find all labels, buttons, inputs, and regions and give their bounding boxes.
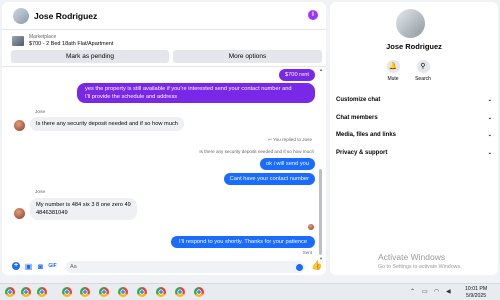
gif-icon[interactable]: GIF bbox=[48, 262, 57, 271]
search-icon[interactable]: ⚲ bbox=[416, 60, 430, 73]
scroll-up-arrow[interactable]: ▲ bbox=[319, 67, 323, 72]
message-list: $700 rent yes the property is still avai… bbox=[2, 66, 326, 258]
chrome-icon[interactable] bbox=[137, 287, 147, 297]
more-options-button[interactable]: More options bbox=[173, 50, 322, 63]
chevron-up-icon[interactable]: ⌃ bbox=[410, 288, 415, 295]
sent-status: Sent bbox=[302, 250, 312, 255]
listing-actions: Mark as pending More options bbox=[2, 50, 326, 65]
menu-label: Customize chat bbox=[336, 97, 381, 103]
chrome-icon[interactable] bbox=[62, 287, 72, 297]
plus-icon[interactable]: + bbox=[12, 262, 20, 270]
message-line: 4846381049 bbox=[36, 210, 68, 216]
chat-panel: Jose Rodriguez i Marketplace $700 - 2 Be… bbox=[2, 2, 326, 275]
composer: + ▣ ◙ GIF Aa 👍 bbox=[2, 259, 326, 275]
seen-avatar bbox=[308, 224, 314, 230]
listing-banner[interactable]: Marketplace $700 - 2 Bed 18ath Flat/Apar… bbox=[2, 31, 326, 49]
profile-name[interactable]: Jose Rodriguez bbox=[330, 42, 498, 51]
chrome-icon[interactable] bbox=[5, 287, 15, 297]
contact-message-avatar bbox=[14, 208, 25, 219]
info-icon[interactable]: i bbox=[308, 10, 318, 20]
mute-action[interactable]: 🔔 Mute bbox=[378, 60, 408, 82]
listing-source: Marketplace bbox=[29, 34, 57, 40]
clock-time: 10:01 PM bbox=[465, 286, 488, 292]
listing-thumbnail bbox=[12, 36, 24, 46]
listing-title: $700 - 2 Bed 18ath Flat/Apartment bbox=[29, 41, 114, 47]
thumbs-up-icon[interactable]: 👍 bbox=[311, 261, 322, 270]
search-label: Search bbox=[415, 76, 431, 82]
chrome-icon[interactable] bbox=[194, 287, 204, 297]
chrome-icon[interactable] bbox=[37, 287, 47, 297]
bell-icon[interactable]: 🔔 bbox=[386, 60, 400, 73]
sender-name: Jose bbox=[35, 110, 46, 115]
incoming-message: My number is 484 six 3 8 one zero 49 484… bbox=[30, 198, 137, 220]
contact-name[interactable]: Jose Rodriguez bbox=[34, 11, 97, 21]
search-action[interactable]: ⚲ Search bbox=[408, 60, 438, 82]
outgoing-message: Cant have your contact number bbox=[223, 173, 315, 185]
chrome-icon[interactable] bbox=[99, 287, 109, 297]
message-line: yes the property is still available if y… bbox=[85, 86, 292, 92]
menu-label: Chat members bbox=[336, 115, 378, 121]
message-line: My number is 484 six 3 8 one zero 49 bbox=[36, 202, 131, 208]
chrome-icon[interactable] bbox=[80, 287, 90, 297]
volume-icon[interactable]: ◀ bbox=[446, 288, 451, 295]
contact-message-avatar bbox=[14, 120, 25, 131]
message-line: I'll provide the schedule and address bbox=[85, 94, 178, 100]
taskbar: ⌃ ▭ ◠ ◀ 10:01 PM 5/9/2025 bbox=[0, 283, 500, 300]
chat-header: Jose Rodriguez i bbox=[2, 2, 326, 30]
scrollbar-thumb[interactable] bbox=[319, 169, 322, 255]
emoji-icon[interactable] bbox=[296, 264, 303, 271]
mark-as-pending-button[interactable]: Mark as pending bbox=[11, 50, 169, 63]
activation-watermark-subtitle: Go to Settings to activate Windows. bbox=[378, 264, 462, 270]
image-icon[interactable]: ▣ bbox=[24, 262, 33, 271]
clock[interactable]: 10:01 PM 5/9/2025 bbox=[465, 286, 487, 299]
reply-indicator: ↩ You replied to Jose bbox=[268, 137, 312, 143]
profile-avatar[interactable] bbox=[396, 9, 425, 38]
chrome-icon[interactable] bbox=[156, 287, 166, 297]
outgoing-message: I'll respond to you shortly. Thanks for … bbox=[171, 236, 315, 248]
chrome-icon[interactable] bbox=[175, 287, 185, 297]
network-icon[interactable]: ▭ bbox=[422, 288, 428, 295]
mute-label: Mute bbox=[387, 76, 399, 82]
contact-avatar[interactable] bbox=[13, 8, 29, 24]
menu-label: Media, files and links bbox=[336, 132, 397, 138]
menu-chat-members[interactable]: Chat members ⌄ bbox=[336, 115, 492, 126]
wifi-icon[interactable]: ◠ bbox=[434, 288, 439, 295]
quoted-message: Is there any security deposit needed and… bbox=[199, 149, 314, 154]
sender-name: Jose bbox=[35, 190, 46, 195]
outgoing-message: $700 rent bbox=[278, 69, 315, 81]
reply-label: You replied to Jose bbox=[273, 137, 312, 142]
menu-customize-chat[interactable]: Customize chat ⌄ bbox=[336, 97, 492, 108]
incoming-message: Is there any security deposit needed and… bbox=[30, 117, 184, 131]
menu-label: Privacy & support bbox=[336, 150, 388, 156]
chrome-icon[interactable] bbox=[118, 287, 128, 297]
activation-watermark-title: Activate Windows bbox=[378, 252, 446, 262]
sticker-icon[interactable]: ◙ bbox=[36, 262, 45, 271]
chevron-down-icon: ⌄ bbox=[487, 115, 492, 121]
outgoing-message: yes the property is still available if y… bbox=[77, 83, 315, 103]
message-input[interactable]: Aa bbox=[66, 261, 305, 273]
conversation-info-panel: Jose Rodriguez 🔔 Mute ⚲ Search Customize… bbox=[330, 2, 498, 275]
chrome-icon[interactable] bbox=[21, 287, 31, 297]
clock-date: 5/9/2025 bbox=[466, 292, 487, 299]
menu-privacy-support[interactable]: Privacy & support ⌄ bbox=[336, 150, 492, 161]
chevron-down-icon: ⌄ bbox=[487, 97, 492, 103]
chevron-down-icon: ⌄ bbox=[487, 150, 492, 156]
chevron-down-icon: ⌄ bbox=[487, 132, 492, 138]
menu-media-files-links[interactable]: Media, files and links ⌄ bbox=[336, 132, 492, 143]
outgoing-message: ok i will send you bbox=[260, 158, 315, 170]
